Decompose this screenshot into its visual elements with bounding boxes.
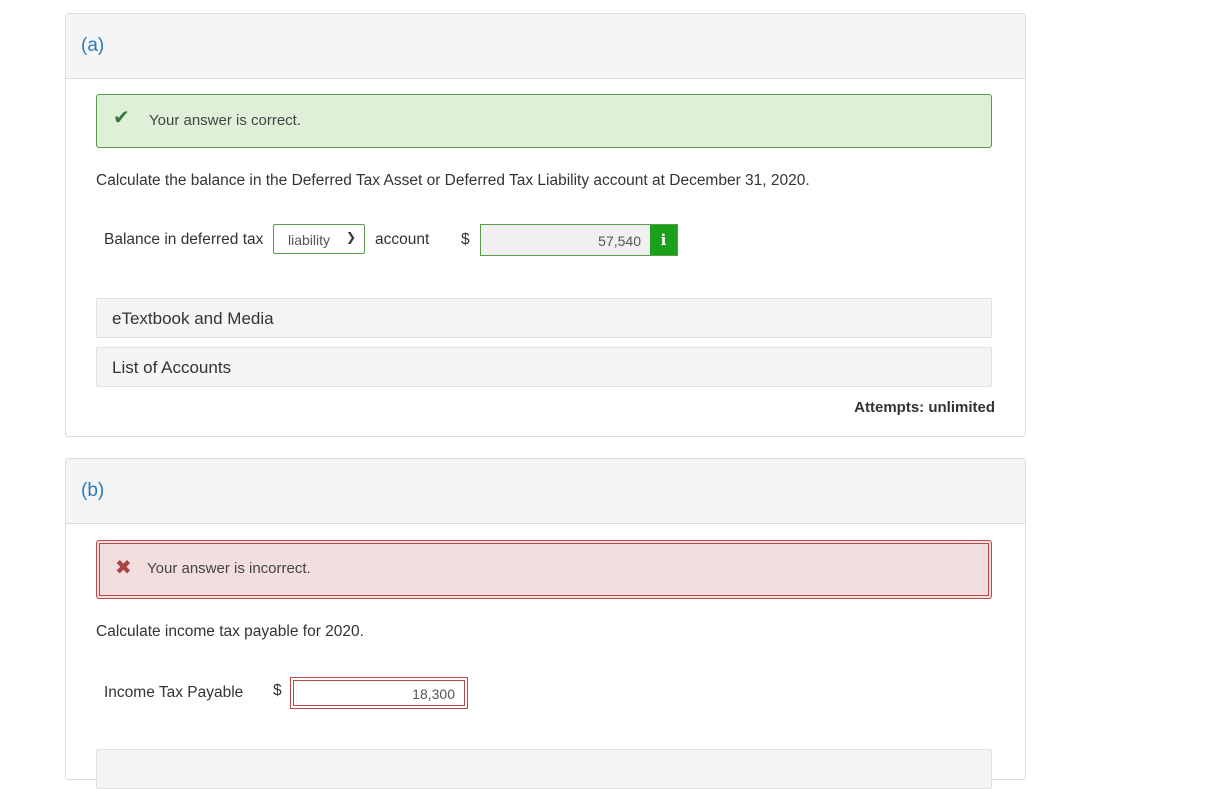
etextbook-media-label: eTextbook and Media	[112, 309, 274, 328]
deferred-tax-type-select[interactable]: liability ❯	[273, 224, 365, 254]
part-b-header: (b)	[66, 459, 1025, 524]
currency-symbol: $	[273, 682, 282, 699]
part-a-question: Calculate the balance in the Deferred Ta…	[96, 172, 810, 189]
income-tax-payable-label: Income Tax Payable	[104, 684, 244, 701]
income-tax-payable-input[interactable]: 18,300	[290, 677, 468, 709]
income-tax-payable-value: 18,300	[412, 686, 455, 702]
currency-symbol: $	[461, 231, 470, 248]
attempts-label: Attempts: unlimited	[854, 399, 995, 416]
part-b-question: Calculate income tax payable for 2020.	[96, 623, 364, 640]
info-icon[interactable]: i	[650, 225, 677, 255]
part-b-panel: (b) ✖ Your answer is incorrect. Calculat…	[65, 458, 1026, 789]
correct-alert: ✔ Your answer is correct.	[96, 94, 992, 148]
next-resource-link[interactable]	[96, 749, 992, 789]
part-b-letter: (b)	[81, 480, 105, 501]
incorrect-message: Your answer is incorrect.	[147, 560, 311, 577]
correct-message: Your answer is correct.	[149, 112, 302, 129]
list-of-accounts-link[interactable]: List of Accounts	[96, 347, 992, 387]
incorrect-alert: ✖ Your answer is incorrect.	[96, 540, 992, 599]
chevron-down-icon: ❯	[345, 230, 356, 244]
part-a-letter: (a)	[81, 35, 105, 56]
deferred-tax-balance-value: 57,540	[598, 233, 641, 249]
deferred-tax-label: Balance in deferred tax	[104, 231, 264, 248]
part-a-header: (a)	[66, 14, 1025, 79]
etextbook-media-link[interactable]: eTextbook and Media	[96, 298, 992, 338]
part-a-panel: (a) ✔ Your answer is correct. Calculate …	[65, 13, 1026, 437]
account-label: account	[375, 231, 430, 248]
select-value: liability	[288, 232, 331, 248]
list-of-accounts-label: List of Accounts	[112, 358, 232, 377]
check-icon: ✔	[113, 107, 130, 129]
deferred-tax-balance-input[interactable]: 57,540 i	[480, 224, 678, 256]
x-icon: ✖	[115, 557, 132, 579]
